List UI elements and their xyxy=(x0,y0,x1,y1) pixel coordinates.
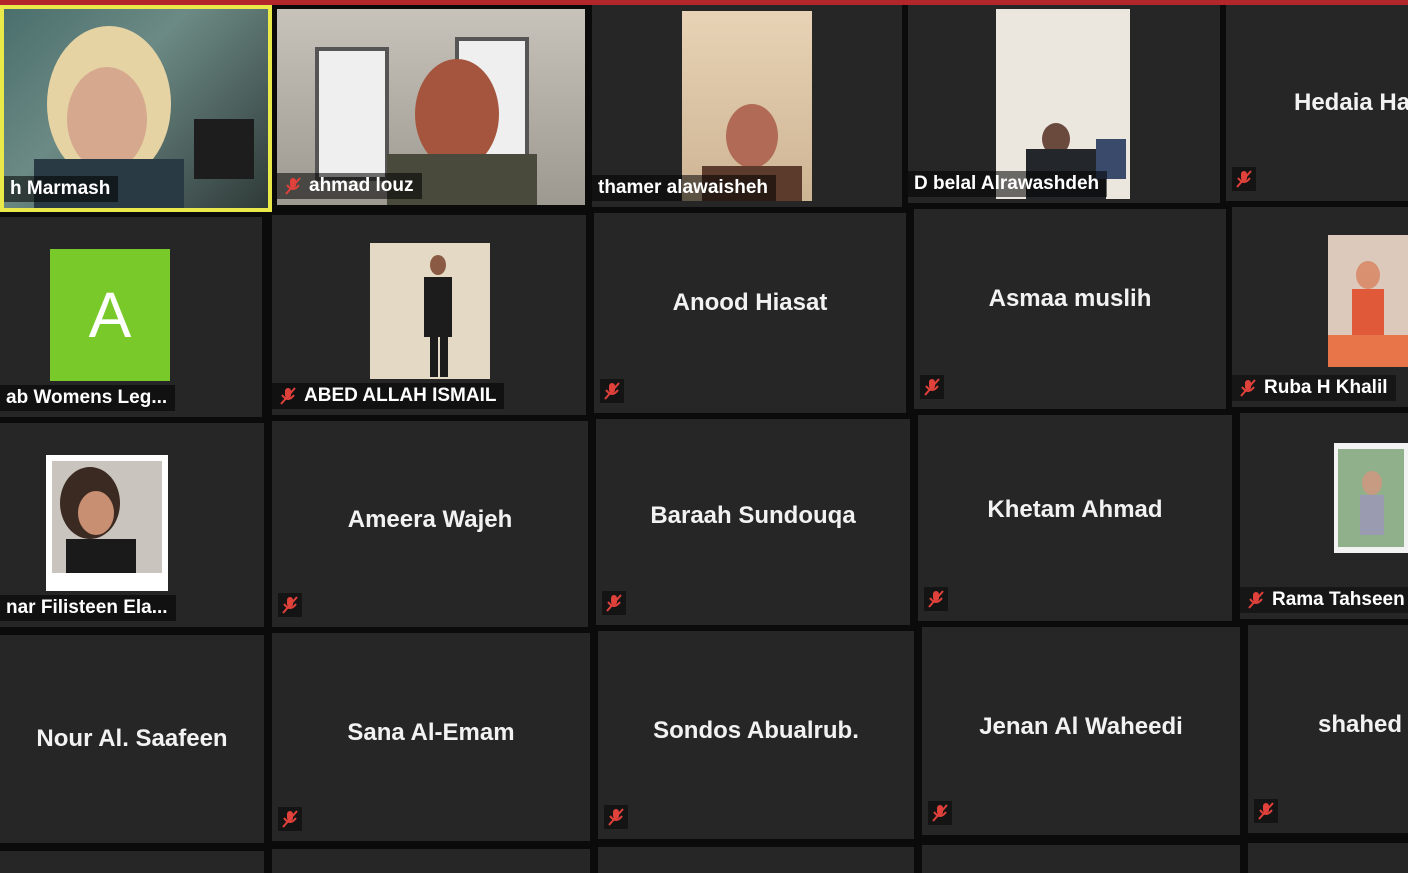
participant-name: Jenan Al Waheedi xyxy=(979,712,1183,740)
participant-photo xyxy=(1328,235,1408,367)
mic-muted-icon xyxy=(278,593,302,617)
participant-name-label: D belal Alrawashdeh xyxy=(908,171,1108,197)
participant-tile-9[interactable]: Ruba H Khalil xyxy=(1232,207,1408,407)
participant-tile-5[interactable]: A ab Womens Leg... xyxy=(0,217,262,417)
participant-name: Hedaia Ha xyxy=(1294,89,1408,116)
participant-tile-1[interactable]: ahmad louz xyxy=(277,9,585,205)
mic-muted-icon xyxy=(283,176,303,196)
participant-name: nar Filisteen Ela... xyxy=(6,597,168,618)
participant-name-label: ahmad louz xyxy=(277,173,422,199)
participant-tile-11[interactable]: Ameera Wajeh xyxy=(272,421,588,627)
participant-name: Ruba H Khalil xyxy=(1264,377,1388,398)
mic-muted-icon xyxy=(920,375,944,399)
participant-name: ABED ALLAH ISMAIL xyxy=(304,385,497,406)
photo-frame xyxy=(424,255,452,377)
mic-muted-icon xyxy=(924,587,948,611)
participant-tile-16[interactable]: Sana Al-Emam xyxy=(272,633,590,841)
participant-name: Ameera Wajeh xyxy=(347,505,513,533)
participant-tile-21[interactable] xyxy=(272,849,590,873)
participant-avatar: A xyxy=(50,249,170,381)
mic-muted-icon xyxy=(600,379,624,403)
avatar-letter: A xyxy=(88,279,132,351)
participant-name: Anood Hiasat xyxy=(672,289,828,316)
participant-tile-22[interactable] xyxy=(598,847,914,873)
participant-tile-6[interactable]: ABED ALLAH ISMAIL xyxy=(272,215,586,415)
mic-muted-icon xyxy=(278,807,302,831)
participant-name: Sana Al-Emam xyxy=(347,718,515,746)
participant-name: Sondos Abualrub. xyxy=(653,716,859,744)
participant-tile-7[interactable]: Anood Hiasat xyxy=(594,213,906,413)
participant-name: Nour Al. Saafeen xyxy=(36,725,228,752)
participant-tile-2[interactable]: thamer alawaisheh xyxy=(592,5,902,207)
participant-tile-24[interactable] xyxy=(1248,843,1408,873)
participant-tile-8[interactable]: Asmaa muslih xyxy=(914,209,1226,409)
participant-name-label: ab Womens Leg... xyxy=(0,385,176,411)
participant-name-label: ABED ALLAH ISMAIL xyxy=(272,383,505,409)
participant-tile-17[interactable]: Sondos Abualrub. xyxy=(598,631,914,839)
participant-tile-18[interactable]: Jenan Al Waheedi xyxy=(922,627,1240,835)
mic-muted-icon xyxy=(602,591,626,615)
participant-photo xyxy=(370,243,490,379)
photo-frame xyxy=(52,461,162,573)
participant-name: D belal Alrawashdeh xyxy=(914,173,1100,194)
participant-name: ab Womens Leg... xyxy=(6,387,168,408)
mic-muted-icon xyxy=(1238,378,1258,398)
mic-muted-icon xyxy=(928,801,952,825)
participant-name: shahed xyxy=(1318,710,1403,738)
participant-name-label: Rama Tahseen xyxy=(1240,587,1408,613)
mic-muted-icon xyxy=(1232,167,1256,191)
participant-name-label: Ruba H Khalil xyxy=(1232,375,1396,401)
participant-tile-12[interactable]: Baraah Sundouqa xyxy=(596,419,910,625)
video-frame xyxy=(702,104,802,201)
photo-frame xyxy=(1328,235,1408,367)
participant-name: Khetam Ahmad xyxy=(987,495,1163,523)
participant-tile-20[interactable] xyxy=(0,851,264,873)
participant-name-label: thamer alawaisheh xyxy=(592,175,777,201)
participant-name-label: nar Filisteen Ela... xyxy=(0,595,176,621)
participant-tile-19[interactable]: shahed xyxy=(1248,625,1408,833)
participant-name: Asmaa muslih xyxy=(988,285,1152,312)
participant-tile-14[interactable]: Rama Tahseen xyxy=(1240,413,1408,619)
participant-tile-4[interactable]: Hedaia Ha xyxy=(1226,5,1408,201)
participant-name: Baraah Sundouqa xyxy=(650,501,856,529)
participant-gallery: h Marmash ahmad louz thamer alawaisheh D… xyxy=(0,5,1408,873)
participant-photo xyxy=(1334,443,1408,553)
photo-frame xyxy=(1338,449,1404,547)
mic-muted-icon xyxy=(604,805,628,829)
mic-muted-icon xyxy=(1246,590,1266,610)
participant-tile-23[interactable] xyxy=(922,845,1240,873)
participant-tile-13[interactable]: Khetam Ahmad xyxy=(918,415,1232,621)
participant-name: Rama Tahseen xyxy=(1272,589,1405,610)
participant-tile-0[interactable]: h Marmash xyxy=(0,5,272,212)
participant-name: ahmad louz xyxy=(309,175,414,196)
participant-name: h Marmash xyxy=(10,178,111,199)
participant-tile-15[interactable]: Nour Al. Saafeen xyxy=(0,635,264,843)
participant-tile-10[interactable]: nar Filisteen Ela... xyxy=(0,423,264,627)
participant-tile-3[interactable]: D belal Alrawashdeh xyxy=(908,5,1220,203)
participant-name: thamer alawaisheh xyxy=(598,177,769,198)
mic-muted-icon xyxy=(1254,799,1278,823)
participant-photo xyxy=(46,455,168,591)
mic-muted-icon xyxy=(278,386,298,406)
participant-name-label: h Marmash xyxy=(4,176,119,202)
participant-video xyxy=(682,11,812,201)
